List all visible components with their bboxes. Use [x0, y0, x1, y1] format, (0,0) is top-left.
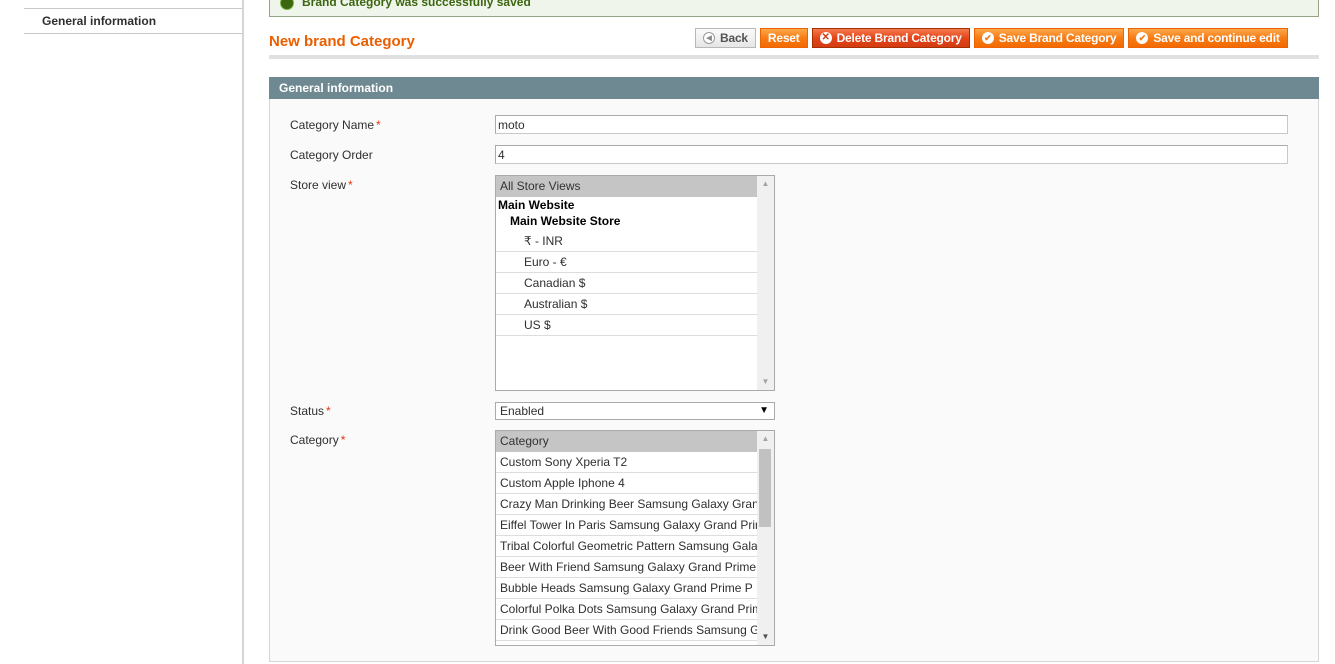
store-view-option[interactable]: Euro - €	[496, 252, 758, 273]
success-icon	[280, 0, 294, 10]
category-option[interactable]: Crazy Man Drinking Beer Samsung Galaxy G…	[496, 494, 758, 515]
checkmark-icon: ✔	[981, 32, 994, 44]
dropdown-arrow-icon: ▼	[759, 405, 769, 416]
save-button[interactable]: ✔ Save Brand Category	[973, 28, 1125, 48]
section-header: General information	[269, 77, 1319, 100]
category-label-text: Category	[290, 433, 339, 447]
status-label: Status *	[290, 404, 331, 418]
save-and-continue-button-label: Save and continue edit	[1153, 31, 1280, 45]
category-label: Category *	[290, 433, 345, 447]
back-button-label: Back	[720, 31, 748, 45]
category-scrollbar-thumb[interactable]	[759, 449, 771, 527]
status-label-text: Status	[290, 404, 325, 418]
delete-button[interactable]: ✕ Delete Brand Category	[811, 28, 970, 48]
sidebar-tab-previous[interactable]	[24, 0, 243, 9]
page-title: New brand Category	[269, 33, 415, 50]
back-arrow-icon: ◀	[703, 32, 715, 44]
category-option[interactable]: Tribal Colorful Geometric Pattern Samsun…	[496, 536, 758, 557]
action-buttons: ◀ Back Reset ✕ Delete Brand Category ✔ S…	[695, 28, 1288, 48]
scroll-down-arrow-icon[interactable]: ▼	[757, 629, 774, 645]
store-view-option[interactable]: US $	[496, 315, 758, 336]
category-option[interactable]: Custom Sony Xperia T2	[496, 452, 758, 473]
header-divider	[269, 55, 1319, 59]
required-marker: *	[348, 178, 353, 192]
store-view-group-website: Main Website	[498, 198, 575, 212]
success-message: Brand Category was successfully saved	[269, 0, 1319, 17]
reset-button[interactable]: Reset	[759, 28, 808, 48]
category-option[interactable]: Eiffel Tower In Paris Samsung Galaxy Gra…	[496, 515, 758, 536]
scroll-up-arrow-icon[interactable]: ▲	[757, 176, 774, 192]
required-marker: *	[340, 433, 346, 447]
store-view-multiselect[interactable]: All Store Views Main Website Main Websit…	[495, 175, 775, 391]
store-view-option[interactable]: Canadian $	[496, 273, 758, 294]
category-order-label: Category Order	[290, 148, 373, 162]
store-view-label-text: Store view	[290, 178, 347, 192]
checkmark-icon: ✔	[1136, 32, 1149, 44]
category-name-label-text: Category Name	[290, 118, 375, 132]
category-option[interactable]: Colorful Polka Dots Samsung Galaxy Grand…	[496, 599, 758, 620]
delete-button-label: Delete Brand Category	[836, 31, 962, 45]
save-button-label: Save Brand Category	[998, 31, 1117, 45]
category-order-input[interactable]	[495, 145, 1288, 164]
scroll-down-arrow-icon[interactable]: ▼	[757, 374, 774, 390]
status-select[interactable]: Enabled ▼	[495, 402, 775, 420]
status-select-value: Enabled	[500, 404, 545, 418]
section-title: General information	[279, 81, 394, 95]
category-order-label-text: Category Order	[290, 148, 373, 162]
category-option-header[interactable]: Category	[496, 431, 758, 452]
sidebar: General information	[0, 0, 245, 664]
category-name-label: Category Name *	[290, 118, 381, 132]
store-view-option[interactable]: Australian $	[496, 294, 758, 315]
category-option[interactable]: Beer With Friend Samsung Galaxy Grand Pr…	[496, 557, 758, 578]
reset-button-label: Reset	[767, 31, 800, 45]
category-multiselect[interactable]: Category Custom Sony Xperia T2 Custom Ap…	[495, 430, 775, 646]
store-view-group-store: Main Website Store	[510, 214, 621, 228]
category-scrollbar[interactable]: ▲ ▼	[757, 431, 774, 645]
required-marker: *	[326, 404, 331, 418]
store-view-label: Store view *	[290, 178, 353, 192]
store-view-scrollbar[interactable]: ▲ ▼	[757, 176, 774, 390]
sidebar-divider	[242, 0, 244, 664]
category-option[interactable]: Drink Good Beer With Good Friends Samsun…	[496, 620, 758, 641]
store-view-option-all[interactable]: All Store Views	[496, 176, 758, 197]
category-name-input[interactable]	[495, 115, 1288, 134]
delete-x-icon: ✕	[819, 32, 832, 44]
category-option[interactable]: Custom Apple Iphone 4	[496, 473, 758, 494]
store-view-option[interactable]: ₹ - INR	[496, 231, 758, 252]
form-fieldset	[269, 99, 1319, 662]
category-option[interactable]: Bubble Heads Samsung Galaxy Grand Prime …	[496, 578, 758, 599]
scroll-up-arrow-icon[interactable]: ▲	[757, 431, 774, 447]
back-button[interactable]: ◀ Back	[695, 28, 756, 48]
required-marker: *	[376, 118, 381, 132]
success-message-text: Brand Category was successfully saved	[302, 0, 531, 9]
sidebar-tab-general-information[interactable]: General information	[24, 9, 243, 34]
save-and-continue-button[interactable]: ✔ Save and continue edit	[1128, 28, 1288, 48]
sidebar-tab-label: General information	[42, 14, 157, 28]
